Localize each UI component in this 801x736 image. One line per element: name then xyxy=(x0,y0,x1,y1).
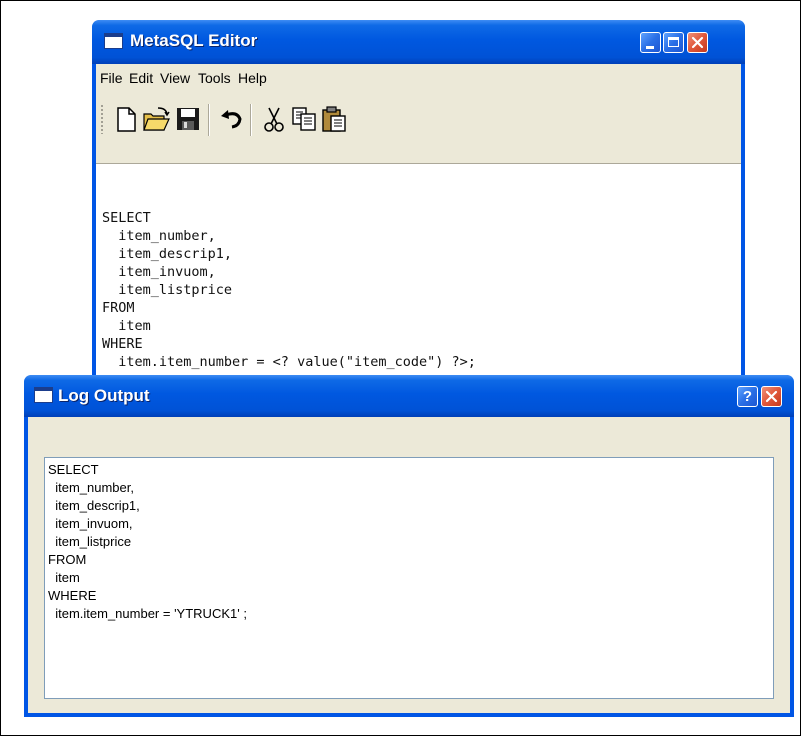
log-text-area[interactable]: SELECT item_number, item_descrip1, item_… xyxy=(44,457,774,699)
menu-tools[interactable]: Tools xyxy=(198,70,231,86)
cut-scissors-icon[interactable] xyxy=(260,105,288,133)
toolbar-grip[interactable] xyxy=(100,104,104,134)
help-button[interactable]: ? xyxy=(737,386,758,407)
minimize-icon xyxy=(646,46,654,49)
maximize-button[interactable] xyxy=(663,32,684,53)
window-app-icon xyxy=(34,387,53,403)
close-icon xyxy=(765,390,778,403)
close-button[interactable] xyxy=(687,32,708,53)
maximize-icon xyxy=(668,37,679,47)
paste-icon[interactable] xyxy=(320,105,348,133)
metasql-editor-window: MetaSQL Editor File Edit View Tools Help xyxy=(92,20,745,400)
log-body: SELECT item_number, item_descrip1, item_… xyxy=(28,417,790,713)
toolbar xyxy=(96,91,741,164)
undo-icon[interactable] xyxy=(218,105,246,133)
editor-title-bar[interactable]: MetaSQL Editor xyxy=(92,20,745,64)
menu-file[interactable]: File xyxy=(100,70,123,86)
log-text: SELECT item_number, item_descrip1, item_… xyxy=(48,462,247,621)
copy-icon[interactable] xyxy=(290,105,318,133)
log-title-bar[interactable]: Log Output ? xyxy=(24,375,794,417)
log-title: Log Output xyxy=(58,386,150,405)
window-app-icon xyxy=(104,33,123,49)
new-document-icon[interactable] xyxy=(112,105,140,133)
log-output-window: Log Output ? SELECT item_number, item_de… xyxy=(24,375,794,717)
open-folder-icon[interactable] xyxy=(142,105,170,133)
close-button[interactable] xyxy=(761,386,782,407)
help-question-icon: ? xyxy=(742,388,753,405)
menu-edit[interactable]: Edit xyxy=(129,70,153,86)
sql-editor-area[interactable]: SELECT item_number, item_descrip1, item_… xyxy=(96,164,741,400)
menu-help[interactable]: Help xyxy=(238,70,267,86)
close-icon xyxy=(691,36,704,49)
toolbar-separator xyxy=(208,104,210,136)
save-disk-icon[interactable] xyxy=(174,105,202,133)
editor-title: MetaSQL Editor xyxy=(130,31,258,50)
toolbar-separator xyxy=(250,104,252,136)
sql-code: SELECT item_number, item_descrip1, item_… xyxy=(102,210,476,370)
menu-view[interactable]: View xyxy=(160,70,190,86)
minimize-button[interactable] xyxy=(640,32,661,53)
menu-bar: File Edit View Tools Help xyxy=(96,64,741,91)
